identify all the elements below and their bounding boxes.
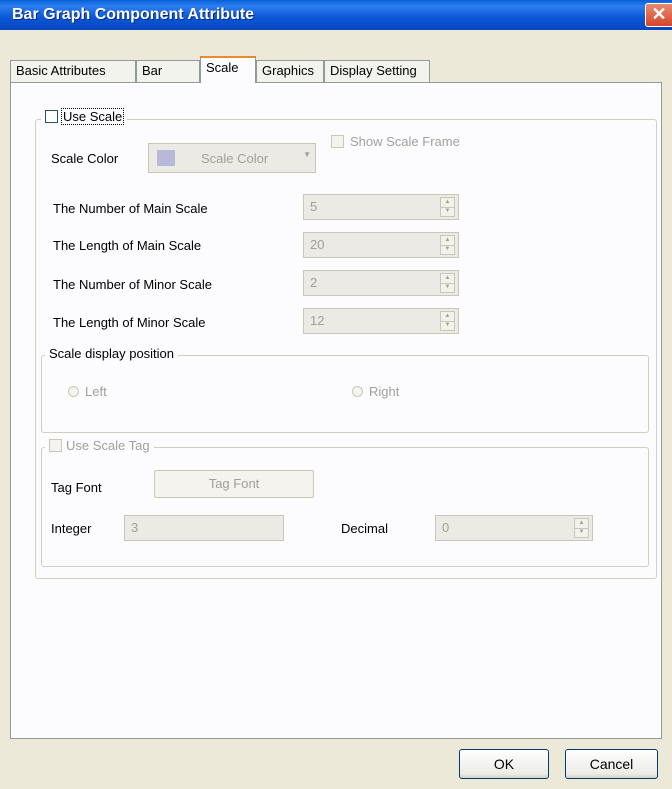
scale-color-swatch — [157, 150, 175, 166]
spinner-buttons[interactable]: ▲ ▼ — [574, 518, 589, 538]
decimal-spinner[interactable]: 0 ▲ ▼ — [435, 515, 593, 541]
close-button[interactable]: ✕ — [645, 3, 672, 27]
use-scale-tag-checkbox[interactable] — [49, 439, 62, 452]
tab-display-setting[interactable]: Display Setting — [324, 60, 430, 82]
tab-bar[interactable]: Bar — [136, 60, 200, 82]
spin-down-icon[interactable]: ▼ — [441, 321, 454, 330]
integer-label: Integer — [51, 521, 92, 536]
radio-right-label: Right — [369, 384, 400, 399]
spinner-buttons[interactable]: ▲ ▼ — [440, 311, 455, 331]
window-title: Bar Graph Component Attribute — [12, 6, 255, 23]
minor-scale-length-value: 12 — [310, 313, 325, 328]
main-scale-length-label: The Length of Main Scale — [53, 238, 202, 253]
use-scale-tag-group — [41, 447, 649, 567]
spinner-buttons[interactable]: ▲ ▼ — [440, 197, 455, 217]
scale-tab-panel: Use Scale Show Scale Frame Scale Color S… — [10, 82, 662, 739]
use-scale-checkbox[interactable] — [45, 110, 58, 123]
main-scale-count-label: The Number of Main Scale — [53, 201, 208, 216]
close-icon: ✕ — [651, 4, 667, 24]
main-scale-length-value: 20 — [310, 237, 325, 252]
radio-right-dot[interactable] — [352, 386, 363, 397]
show-scale-frame-checkbox[interactable] — [331, 135, 344, 148]
integer-value: 3 — [131, 520, 139, 535]
tag-font-button[interactable]: Tag Font — [154, 470, 314, 498]
spin-down-icon[interactable]: ▼ — [441, 283, 454, 292]
tab-graphics[interactable]: Graphics — [256, 60, 324, 82]
radio-left[interactable]: Left — [68, 384, 107, 399]
main-scale-count-spinner[interactable]: 5 ▲ ▼ — [303, 194, 459, 220]
tab-scale[interactable]: Scale — [200, 56, 256, 83]
radio-right[interactable]: Right — [352, 384, 399, 399]
minor-scale-count-label: The Number of Minor Scale — [53, 277, 212, 292]
chevron-down-icon: ▼ — [303, 150, 311, 159]
tab-basic-attributes[interactable]: Basic Attributes — [10, 60, 136, 82]
radio-left-dot[interactable] — [68, 386, 79, 397]
ok-button[interactable]: OK — [459, 749, 549, 779]
scale-position-group — [41, 355, 649, 433]
minor-scale-length-label: The Length of Minor Scale — [53, 315, 206, 330]
use-scale-tag-label: Use Scale Tag — [66, 438, 150, 453]
scale-color-button-text: Scale Color — [201, 151, 269, 166]
minor-scale-count-spinner[interactable]: 2 ▲ ▼ — [303, 270, 459, 296]
use-scale-legend: Use Scale — [41, 108, 128, 125]
minor-scale-length-spinner[interactable]: 12 ▲ ▼ — [303, 308, 459, 334]
spin-down-icon[interactable]: ▼ — [441, 207, 454, 216]
radio-left-label: Left — [85, 384, 107, 399]
decimal-label: Decimal — [341, 521, 388, 536]
spinner-buttons[interactable]: ▲ ▼ — [440, 235, 455, 255]
scale-color-label: Scale Color — [51, 151, 119, 166]
scale-position-legend: Scale display position — [45, 346, 179, 361]
use-scale-label: Use Scale — [60, 108, 125, 125]
integer-input[interactable]: 3 — [124, 515, 284, 541]
show-scale-frame-label: Show Scale Frame — [350, 134, 460, 149]
use-scale-tag-legend: Use Scale Tag — [45, 438, 154, 453]
minor-scale-count-value: 2 — [310, 275, 318, 290]
main-scale-length-spinner[interactable]: 20 ▲ ▼ — [303, 232, 459, 258]
tag-font-label: Tag Font — [51, 480, 102, 495]
spin-down-icon[interactable]: ▼ — [575, 528, 588, 537]
scale-color-combo[interactable]: Scale Color ▼ — [148, 143, 316, 173]
title-bar: Bar Graph Component Attribute ✕ — [0, 0, 672, 30]
decimal-value: 0 — [442, 520, 450, 535]
spinner-buttons[interactable]: ▲ ▼ — [440, 273, 455, 293]
spin-down-icon[interactable]: ▼ — [441, 245, 454, 254]
main-scale-count-value: 5 — [310, 199, 318, 214]
show-scale-frame[interactable]: Show Scale Frame — [331, 134, 460, 149]
cancel-button[interactable]: Cancel — [565, 749, 658, 779]
